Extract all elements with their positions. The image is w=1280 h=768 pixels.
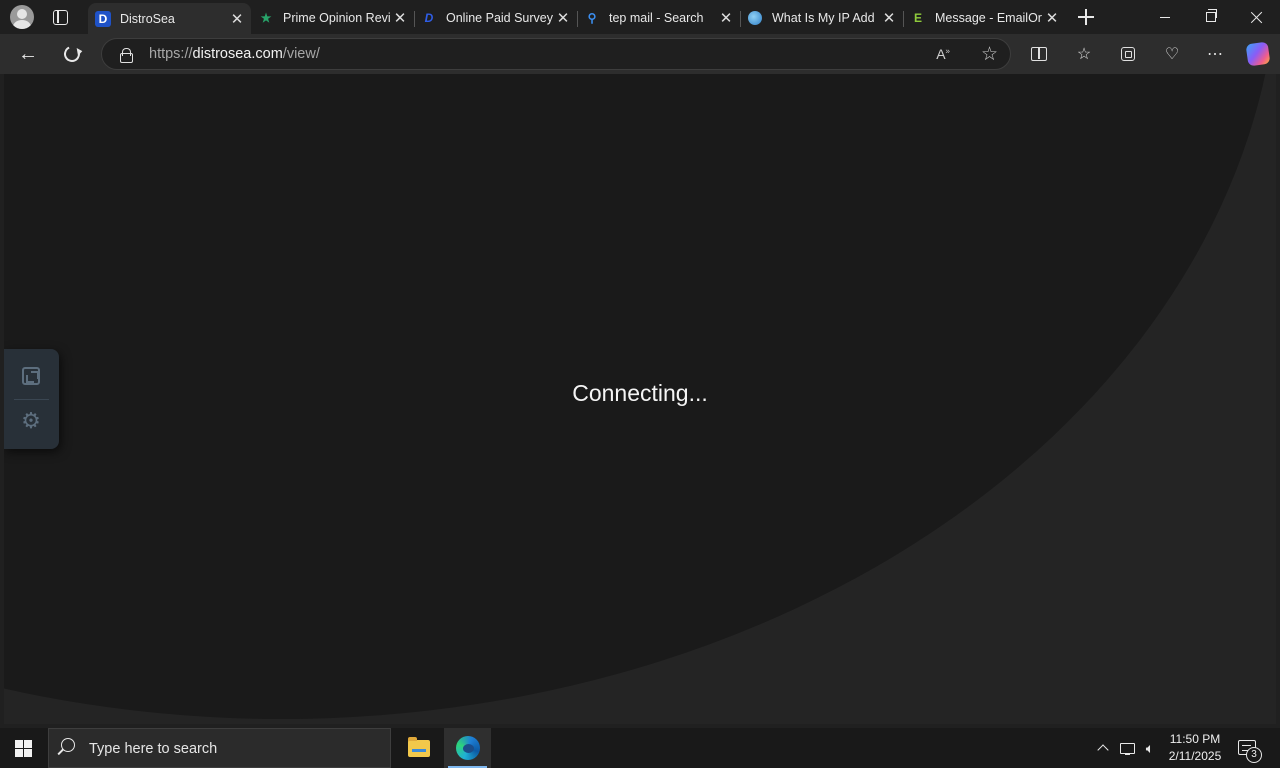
taskbar-file-explorer[interactable] xyxy=(395,728,442,768)
refresh-icon xyxy=(61,43,83,65)
tab-close-icon[interactable]: ✕ xyxy=(881,10,897,27)
copilot-button[interactable] xyxy=(1245,41,1271,67)
windows-start-icon[interactable] xyxy=(15,740,32,757)
close-icon xyxy=(1251,11,1263,23)
fullscreen-button[interactable] xyxy=(16,361,46,391)
tab-strip: D DistroSea ✕ ★ Prime Opinion Revi ✕ D O… xyxy=(0,0,1280,34)
network-icon xyxy=(1119,742,1135,755)
tab-message-emailondeck[interactable]: E Message - EmailOr ✕ xyxy=(903,4,1066,31)
favorites-icon: ☆ xyxy=(1076,46,1092,63)
tab-tep-mail-search[interactable]: ⚲ tep mail - Search ✕ xyxy=(577,4,741,31)
collections-button[interactable] xyxy=(1116,42,1140,66)
paid-survey-icon: D xyxy=(424,10,434,25)
windows-taskbar: Type here to search 🔈︎ 11:50 PM 2/11/202… xyxy=(0,728,1280,768)
clock-date: 2/11/2025 xyxy=(1168,749,1222,763)
taskbar-clock[interactable]: 11:50 PM 2/11/2025 xyxy=(1161,731,1229,765)
favorite-star-icon[interactable]: ☆ xyxy=(981,43,998,66)
browser-toolbar: ← https://distrosea.com/view/ A» ☆ ☆ ♡ ⋯ xyxy=(0,34,1280,74)
minimize-icon xyxy=(1160,16,1170,18)
lock-icon[interactable] xyxy=(120,48,133,63)
tab-what-is-my-ip[interactable]: What Is My IP Add ✕ xyxy=(740,4,904,31)
tab-title: tep mail - Search xyxy=(609,10,704,25)
star-icon: ★ xyxy=(260,10,272,25)
file-explorer-icon xyxy=(407,736,430,757)
collections-icon xyxy=(1121,47,1135,61)
tab-close-icon[interactable]: ✕ xyxy=(718,10,734,27)
notification-badge: 3 xyxy=(1246,747,1262,763)
minimize-button[interactable] xyxy=(1142,0,1188,34)
show-hidden-icons[interactable] xyxy=(1094,728,1112,768)
chevron-up-icon xyxy=(1097,744,1109,756)
tab-online-paid-survey[interactable]: D Online Paid Survey ✕ xyxy=(414,4,578,31)
search-placeholder: Type here to search xyxy=(89,741,218,757)
tab-title: Message - EmailOr xyxy=(935,10,1042,25)
tab-title: DistroSea xyxy=(120,11,175,26)
profile-avatar-icon[interactable] xyxy=(10,5,34,29)
volume-button[interactable]: 🔈︎ xyxy=(1140,728,1160,768)
back-arrow-icon: ← xyxy=(18,43,38,65)
read-aloud-icon[interactable]: A» xyxy=(936,46,950,62)
tab-close-icon[interactable]: ✕ xyxy=(229,11,245,28)
more-dots-icon: ⋯ xyxy=(1207,46,1223,63)
tab-title: Online Paid Survey xyxy=(446,10,554,25)
network-button[interactable] xyxy=(1117,728,1137,768)
address-bar[interactable]: https://distrosea.com/view/ A» ☆ xyxy=(101,38,1011,70)
tab-close-icon[interactable]: ✕ xyxy=(392,10,408,27)
search-icon: ⚲ xyxy=(587,10,597,25)
globe-icon xyxy=(747,10,763,26)
tab-distrosea[interactable]: D DistroSea ✕ xyxy=(88,3,251,34)
new-tab-icon[interactable] xyxy=(1075,6,1097,28)
search-icon xyxy=(61,738,75,752)
connecting-status: Connecting... xyxy=(572,380,708,406)
distrosea-side-panel: ⚙ xyxy=(4,349,59,449)
panel-divider xyxy=(14,399,49,400)
volume-icon: 🔈︎ xyxy=(1145,739,1155,756)
gear-icon: ⚙ xyxy=(21,408,41,433)
tab-close-icon[interactable]: ✕ xyxy=(1044,10,1060,27)
url-text[interactable]: https://distrosea.com/view/ xyxy=(149,46,320,62)
split-screen-icon xyxy=(1031,47,1047,61)
copilot-icon xyxy=(1245,41,1271,67)
back-button[interactable]: ← xyxy=(15,41,41,67)
split-screen-button[interactable] xyxy=(1027,42,1051,66)
taskbar-search-box[interactable]: Type here to search xyxy=(48,728,391,768)
page-viewport: Connecting... ⚙ xyxy=(4,74,1276,724)
favorites-button[interactable]: ☆ xyxy=(1072,42,1096,66)
settings-button[interactable]: ⚙ xyxy=(16,406,46,436)
close-window-button[interactable] xyxy=(1234,0,1280,34)
tab-actions-icon[interactable] xyxy=(50,7,70,27)
heart-pulse-icon: ♡ xyxy=(1164,46,1180,63)
browser-essentials-button[interactable]: ♡ xyxy=(1160,42,1184,66)
clock-time: 11:50 PM xyxy=(1169,732,1221,746)
tab-title: What Is My IP Add xyxy=(772,10,875,25)
restore-button[interactable] xyxy=(1188,0,1234,34)
fullscreen-icon xyxy=(22,367,40,385)
tab-close-icon[interactable]: ✕ xyxy=(555,10,571,27)
tab-prime-opinion[interactable]: ★ Prime Opinion Revi ✕ xyxy=(251,4,415,31)
emailondeck-e-icon: E xyxy=(913,10,922,25)
taskbar-edge[interactable] xyxy=(444,728,491,768)
settings-more-button[interactable]: ⋯ xyxy=(1203,42,1227,66)
restore-icon xyxy=(1206,9,1217,22)
refresh-button[interactable] xyxy=(59,41,85,67)
tab-title: Prime Opinion Revi xyxy=(283,10,391,25)
distrosea-d-icon: D xyxy=(95,10,111,27)
edge-icon xyxy=(455,736,480,760)
